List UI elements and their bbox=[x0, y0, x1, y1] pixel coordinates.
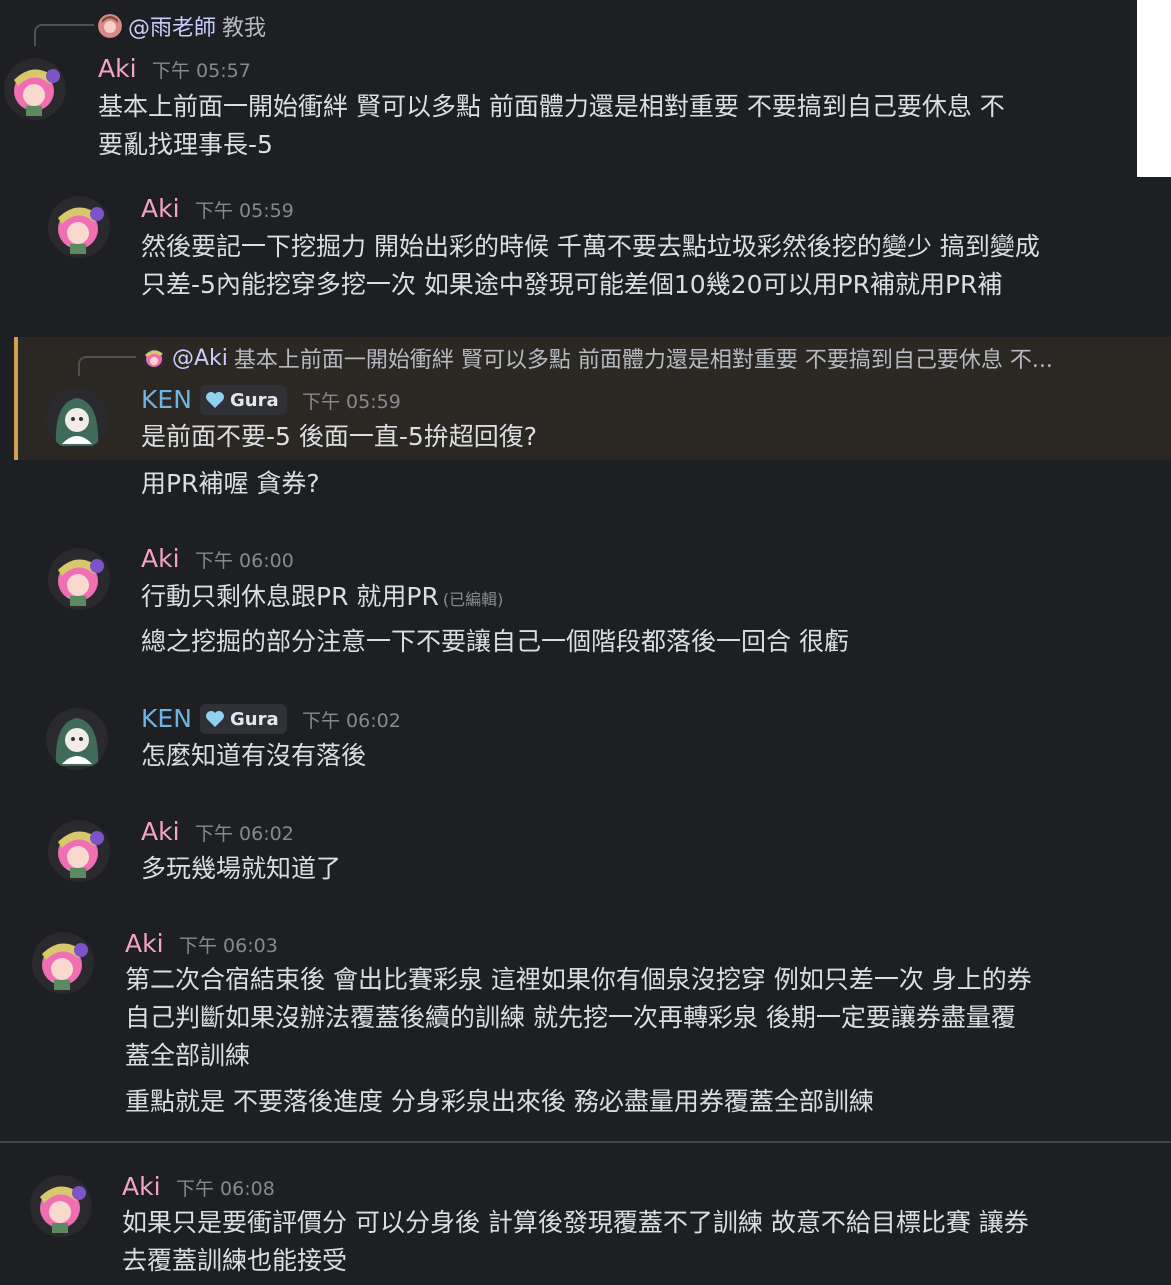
reply-text: 基本上前面一開始衝絆 賢可以多點 前面體力還是相對重要 不要搞到自己要休息 不.… bbox=[233, 348, 1053, 373]
badge-label: Gura bbox=[230, 708, 279, 730]
reply-avatar-icon bbox=[98, 14, 122, 38]
message-text: 用PR補喔 貪券? bbox=[141, 469, 320, 498]
timestamp: 下午 05:59 bbox=[302, 391, 401, 413]
timestamp: 下午 06:00 bbox=[195, 550, 294, 572]
reply-mention[interactable]: @雨老師 bbox=[128, 10, 216, 42]
message-line: 蓋全部訓練 bbox=[125, 1041, 251, 1070]
message-text: 是前面不要-5 後面一直-5拚超回復? bbox=[141, 418, 537, 456]
message-text: 然後要記一下挖掘力 開始出彩的時候 千萬不要去點垃圾彩然後挖的變少 搞到變成 只… bbox=[141, 228, 1040, 304]
message-text: 多玩幾場就知道了 bbox=[141, 850, 341, 888]
message-text: 如果只是要衝評價分 可以分身後 計算後發現覆蓋不了訓練 故意不給目標比賽 讓券 … bbox=[122, 1204, 1029, 1280]
message-text: 總之挖掘的部分注意一下不要讓自己一個階段都落後一回合 很虧 bbox=[141, 627, 849, 656]
timestamp: 下午 06:08 bbox=[176, 1178, 275, 1200]
reply-preview[interactable]: @Aki 基本上前面一開始衝絆 賢可以多點 前面體力還是相對重要 不要搞到自己要… bbox=[142, 342, 1053, 374]
message-text: 第二次合宿結束後 會出比賽彩泉 這裡如果你有個泉沒挖穿 例如只差一次 身上的券 … bbox=[125, 961, 1032, 1075]
message-line: 行動只剩休息跟PR 就用PR bbox=[141, 582, 439, 611]
message-line: 多玩幾場就知道了 bbox=[141, 854, 342, 883]
aki-avatar-icon[interactable] bbox=[48, 548, 110, 610]
reply-mention[interactable]: @Aki bbox=[172, 346, 228, 371]
username[interactable]: Aki bbox=[141, 194, 180, 224]
aki-avatar-icon[interactable] bbox=[30, 1175, 92, 1237]
badge-label: Gura bbox=[230, 389, 279, 411]
username[interactable]: Aki bbox=[141, 817, 180, 847]
message-text: 基本上前面一開始衝絆 賢可以多點 前面體力還是相對重要 不要搞到自己要休息 不 … bbox=[98, 88, 1005, 164]
message-line: 然後要記一下挖掘力 開始出彩的時候 千萬不要去點垃圾彩然後挖的變少 搞到變成 bbox=[141, 232, 1040, 261]
reply-preview[interactable]: @雨老師 教我 bbox=[98, 10, 266, 42]
message-line: 去覆蓋訓練也能接受 bbox=[122, 1246, 348, 1275]
heart-icon bbox=[206, 392, 224, 408]
message-line: 要亂找理事長-5 bbox=[98, 130, 273, 159]
message-text: 重點就是 不要落後進度 分身彩泉出來後 務必盡量用券覆蓋全部訓練 bbox=[125, 1087, 874, 1116]
message-line: 第二次合宿結束後 會出比賽彩泉 這裡如果你有個泉沒挖穿 例如只差一次 身上的券 bbox=[125, 965, 1032, 994]
message-text: 行動只剩休息跟PR 就用PR (已編輯) bbox=[141, 578, 503, 619]
username[interactable]: KEN bbox=[141, 704, 192, 734]
aki-avatar-icon[interactable] bbox=[4, 58, 66, 120]
username[interactable]: Aki bbox=[125, 929, 164, 959]
edited-marker: (已編輯) bbox=[442, 590, 504, 609]
message-line: 只差-5內能挖穿多挖一次 如果途中發現可能差個10幾20可以用PR補就用PR補 bbox=[141, 270, 1003, 299]
timestamp: 下午 05:57 bbox=[152, 60, 251, 82]
username[interactable]: Aki bbox=[122, 1172, 161, 1202]
timestamp: 下午 06:02 bbox=[302, 710, 401, 732]
username[interactable]: Aki bbox=[141, 544, 180, 574]
username[interactable]: KEN bbox=[141, 385, 192, 415]
aki-avatar-icon[interactable] bbox=[32, 932, 94, 994]
message-text: 怎麼知道有沒有落後 bbox=[141, 737, 366, 775]
aki-avatar-icon bbox=[142, 346, 166, 370]
role-badge[interactable]: Gura bbox=[200, 385, 287, 415]
reply-text: 教我 bbox=[222, 16, 267, 41]
heart-icon bbox=[206, 711, 224, 727]
reply-spine bbox=[78, 356, 136, 376]
aki-avatar-icon[interactable] bbox=[48, 820, 110, 882]
ken-avatar-icon[interactable] bbox=[46, 708, 108, 770]
aki-avatar-icon[interactable] bbox=[48, 196, 110, 258]
timestamp: 下午 05:59 bbox=[195, 200, 294, 222]
message-line: 基本上前面一開始衝絆 賢可以多點 前面體力還是相對重要 不要搞到自己要休息 不 bbox=[98, 92, 1005, 121]
ken-avatar-icon[interactable] bbox=[46, 388, 108, 450]
username[interactable]: Aki bbox=[98, 54, 137, 84]
message-line: 如果只是要衝評價分 可以分身後 計算後發現覆蓋不了訓練 故意不給目標比賽 讓券 bbox=[122, 1208, 1029, 1237]
role-badge[interactable]: Gura bbox=[200, 704, 287, 734]
message-line: 自己判斷如果沒辦法覆蓋後續的訓練 就先挖一次再轉彩泉 後期一定要讓券盡量覆 bbox=[125, 1003, 1016, 1032]
reply-spine bbox=[34, 24, 94, 46]
message-line: 怎麼知道有沒有落後 bbox=[141, 741, 367, 770]
timestamp: 下午 06:02 bbox=[195, 823, 294, 845]
timestamp: 下午 06:03 bbox=[179, 935, 278, 957]
message-line: 是前面不要-5 後面一直-5拚超回復? bbox=[141, 422, 538, 451]
